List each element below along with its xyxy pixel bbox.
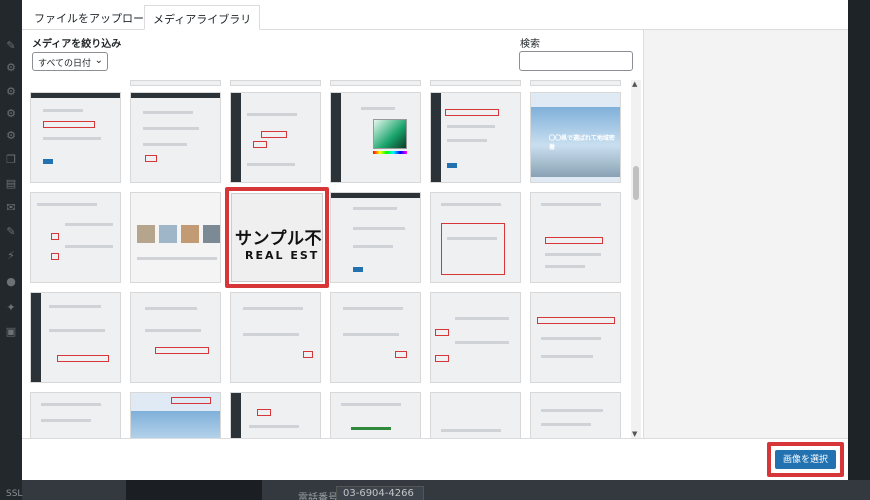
pin-icon: ✎	[6, 39, 16, 52]
media-thumb[interactable]	[530, 192, 621, 283]
tab-media-library[interactable]: メディアライブラリ	[144, 5, 261, 30]
media-thumb[interactable]	[330, 92, 421, 183]
gear-icon: ⚙	[6, 85, 16, 98]
sidebar-ssl-label: SSL	[6, 489, 23, 499]
date-filter-value: すべての日付	[38, 59, 92, 69]
gear-icon: ⚙	[6, 61, 16, 74]
select-image-button[interactable]: 画像を選択	[775, 450, 836, 469]
sample-image-title: サンプル不	[235, 229, 322, 249]
media-thumb[interactable]	[430, 292, 521, 383]
attachment-details-panel	[643, 30, 848, 438]
media-thumb[interactable]	[230, 392, 321, 438]
media-grid: 〇〇県で選ばれて地域密着	[30, 80, 630, 438]
user-icon: ●	[6, 275, 16, 288]
media-thumb[interactable]	[130, 392, 221, 438]
media-thumb[interactable]	[530, 292, 621, 383]
admin-panel-bg	[126, 480, 262, 500]
copy-icon: ❐	[6, 153, 16, 166]
plugin-icon: ⚡	[7, 249, 15, 262]
media-thumb[interactable]	[130, 92, 221, 183]
media-thumb[interactable]	[330, 80, 421, 86]
select-button-highlight: 画像を選択	[767, 442, 844, 477]
media-thumb[interactable]	[230, 80, 321, 86]
admin-sidebar: ✎ ⚙ ⚙ ⚙ ⚙ ❐ ▤ ✉ ✎ ⚡ ● ✦ ▣	[0, 0, 22, 500]
comment-icon: ▤	[5, 177, 17, 190]
grid-scrollbar[interactable]: ▲ ▼	[631, 80, 641, 438]
media-toolbar	[22, 438, 848, 480]
search-input[interactable]	[519, 51, 633, 71]
scroll-down-icon[interactable]: ▼	[632, 430, 637, 438]
filter-title: メディアを絞り込み	[32, 39, 122, 50]
thumb-caption: 〇〇県で選ばれて地域密着	[549, 135, 615, 151]
date-filter-select[interactable]: すべての日付 ⌄	[32, 52, 108, 71]
media-thumb[interactable]	[130, 80, 221, 86]
media-thumb[interactable]	[130, 192, 221, 283]
media-thumb[interactable]: 〇〇県で選ばれて地域密着	[530, 92, 621, 183]
media-thumb[interactable]	[530, 392, 621, 438]
scroll-up-icon[interactable]: ▲	[632, 80, 637, 88]
media-thumb[interactable]	[230, 292, 321, 383]
selected-media-thumb[interactable]: サンプル不 REAL EST	[225, 187, 329, 288]
media-modal: ファイルをアップロード メディアライブラリ メディアを絞り込み すべての日付 ⌄…	[22, 0, 848, 480]
brush-icon: ✎	[6, 225, 16, 238]
settings-icon: ▣	[5, 325, 17, 338]
mail-icon: ✉	[6, 201, 16, 214]
gear-icon: ⚙	[6, 107, 16, 120]
media-thumb[interactable]	[330, 192, 421, 283]
media-thumb[interactable]	[30, 192, 121, 283]
media-thumb[interactable]	[430, 192, 521, 283]
gear-icon: ⚙	[6, 129, 16, 142]
selected-image-preview: サンプル不 REAL EST	[231, 193, 323, 282]
media-tabs: ファイルをアップロード メディアライブラリ	[22, 0, 848, 30]
phone-field[interactable]: 03-6904-4266	[336, 486, 424, 500]
media-thumb[interactable]	[230, 92, 321, 183]
phone-label: 電話番号	[298, 493, 338, 500]
tools-icon: ✦	[6, 301, 16, 314]
sample-image-subtitle: REAL EST	[245, 249, 320, 262]
tab-upload[interactable]: ファイルをアップロード	[26, 5, 163, 30]
media-thumb[interactable]	[430, 92, 521, 183]
media-thumb[interactable]	[530, 80, 621, 86]
media-thumb[interactable]	[430, 80, 521, 86]
media-thumb[interactable]	[130, 292, 221, 383]
scrollbar-thumb[interactable]	[633, 166, 639, 200]
media-thumb[interactable]	[30, 292, 121, 383]
chevron-down-icon: ⌄	[94, 55, 103, 66]
search-label: 検索	[520, 39, 540, 50]
media-thumb[interactable]	[330, 392, 421, 438]
media-thumb[interactable]	[30, 392, 121, 438]
media-thumb[interactable]	[330, 292, 421, 383]
media-thumb[interactable]	[30, 92, 121, 183]
media-thumb[interactable]	[430, 392, 521, 438]
